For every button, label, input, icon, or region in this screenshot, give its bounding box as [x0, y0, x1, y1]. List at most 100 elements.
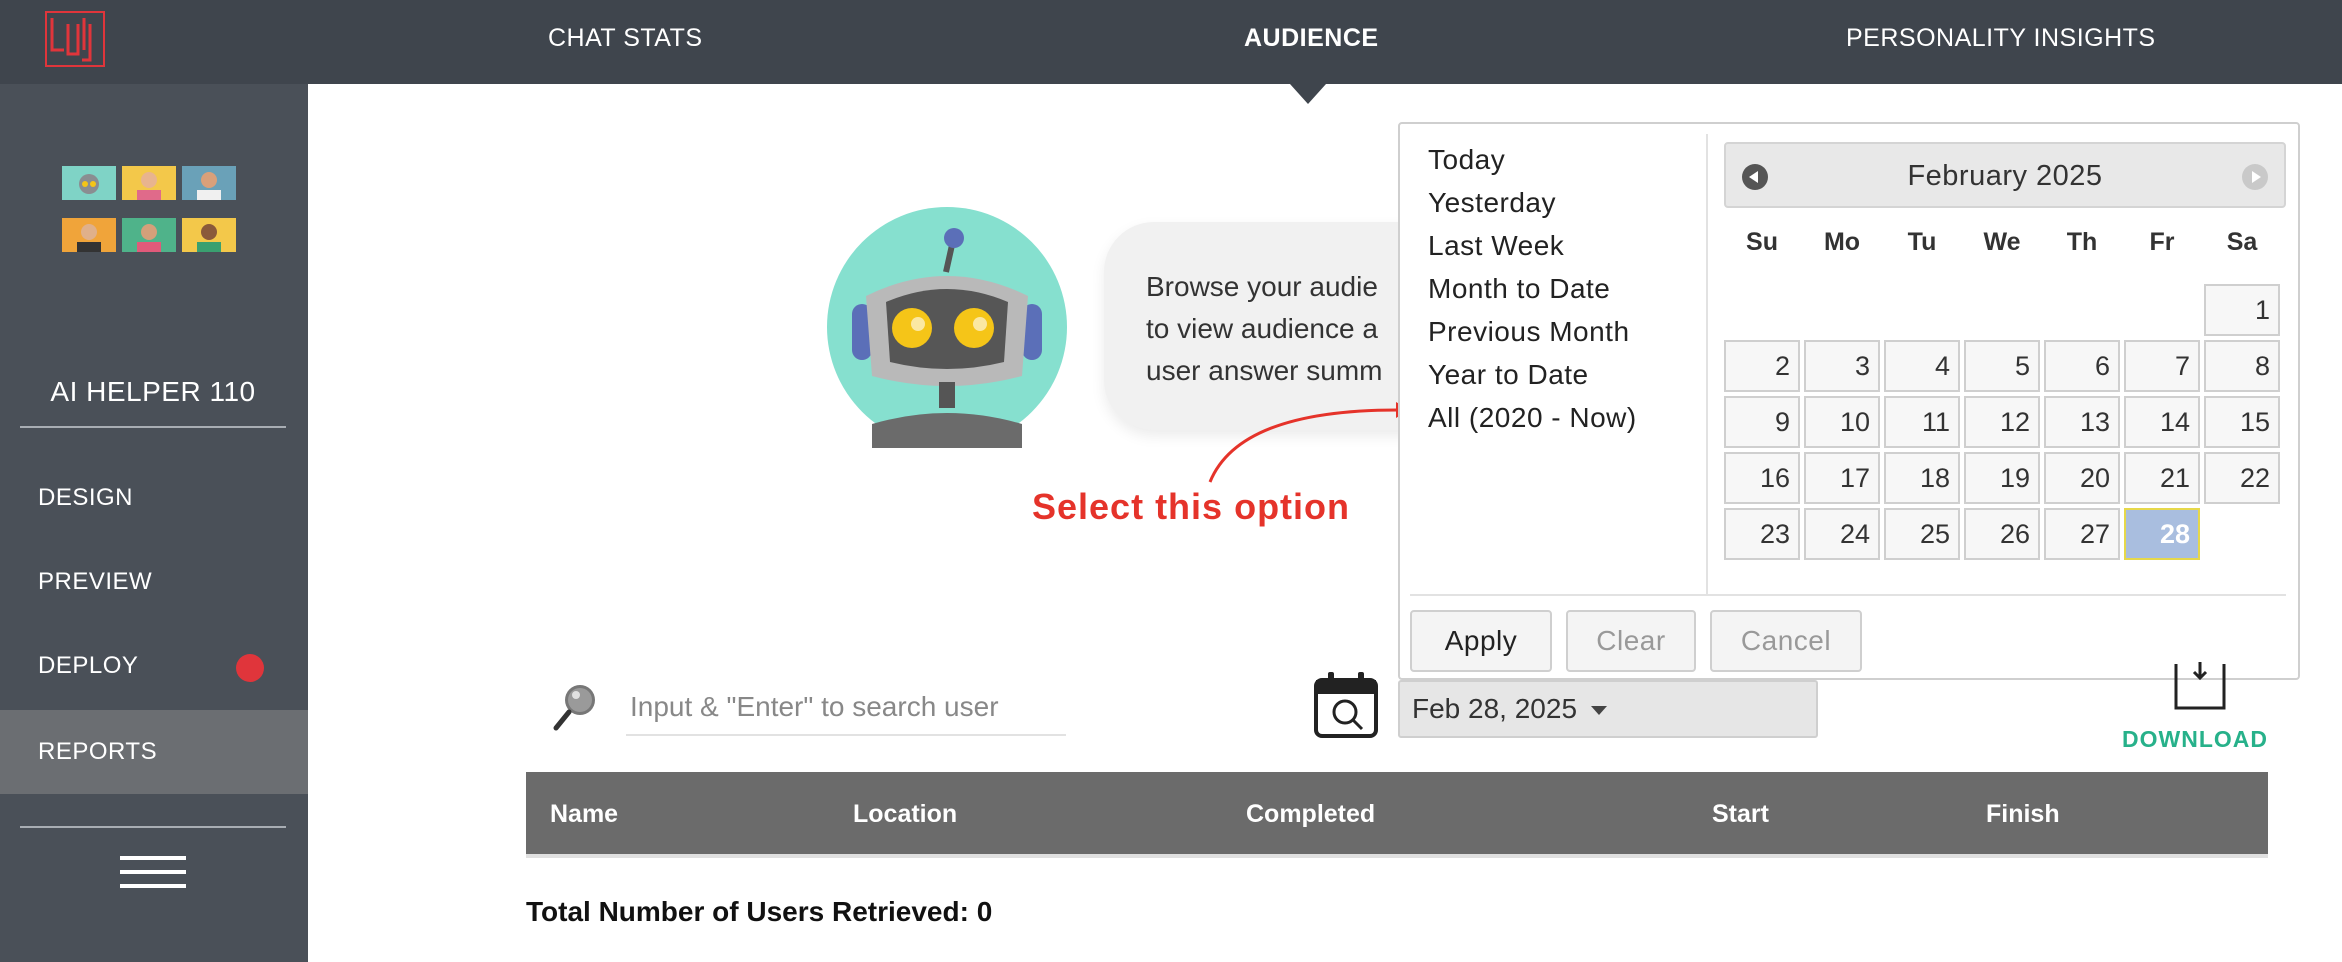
cancel-button[interactable]: Cancel	[1710, 610, 1862, 672]
range-previous-month[interactable]: Previous Month	[1428, 310, 1637, 353]
range-last-week[interactable]: Last Week	[1428, 224, 1637, 267]
deploy-status-dot	[236, 654, 264, 682]
column-header-location[interactable]: Location	[853, 800, 957, 829]
calendar-day[interactable]: 4	[1884, 340, 1960, 392]
calendar-day[interactable]: 21	[2124, 452, 2200, 504]
weekday-label: Su	[1746, 228, 1778, 256]
tab-personality-insights[interactable]: PERSONALITY INSIGHTS	[1846, 24, 2156, 53]
sidebar-item-preview[interactable]: PREVIEW	[0, 540, 308, 624]
weekday-label: We	[1983, 228, 2021, 256]
calendar-day[interactable]: 24	[1804, 508, 1880, 560]
sidebar: AI HELPER 110 DESIGN PREVIEW DEPLOY REPO…	[0, 84, 308, 962]
annotation-text: Select this option	[1032, 486, 1351, 527]
calendar-day[interactable]: 19	[1964, 452, 2040, 504]
weekday-label: Th	[2066, 228, 2098, 256]
calendar-day[interactable]: 23	[1724, 508, 1800, 560]
avatar	[182, 166, 236, 200]
calendar-day[interactable]: 27	[2044, 508, 2120, 560]
date-range-field[interactable]: Feb 28, 2025	[1398, 680, 1818, 738]
column-header-completed[interactable]: Completed	[1246, 800, 1375, 829]
calendar-day[interactable]: 6	[2044, 340, 2120, 392]
avatar	[182, 218, 236, 252]
date-range-presets: Today Yesterday Last Week Month to Date …	[1428, 138, 1637, 439]
calendar-day-selected[interactable]: 28	[2124, 508, 2200, 560]
calendar-month-title: February 2025	[1907, 160, 2103, 192]
bot-avatar-grid	[60, 166, 236, 256]
range-today[interactable]: Today	[1428, 138, 1637, 181]
calendar-day[interactable]: 3	[1804, 340, 1880, 392]
weekday-label: Fr	[2149, 228, 2175, 256]
calendar-day[interactable]: 2	[1724, 340, 1800, 392]
active-tab-caret	[1290, 84, 1326, 104]
download-icon[interactable]	[2172, 660, 2228, 712]
calendar-day[interactable]: 5	[1964, 340, 2040, 392]
download-button[interactable]: DOWNLOAD	[2122, 726, 2268, 753]
calendar-day[interactable]: 17	[1804, 452, 1880, 504]
sidebar-item-label: DESIGN	[38, 484, 134, 511]
juji-logo[interactable]	[44, 10, 110, 70]
calendar-day[interactable]: 13	[2044, 396, 2120, 448]
range-month-to-date[interactable]: Month to Date	[1428, 267, 1637, 310]
top-navigation-bar: CHAT STATS AUDIENCE PERSONALITY INSIGHTS	[0, 0, 2342, 84]
sidebar-item-reports[interactable]: REPORTS	[0, 710, 308, 794]
calendar-day[interactable]: 16	[1724, 452, 1800, 504]
sidebar-item-deploy[interactable]: DEPLOY	[0, 624, 308, 708]
calendar-search-icon[interactable]	[1312, 670, 1380, 740]
calendar-header: February 2025	[1724, 142, 2286, 208]
weekday-label: Tu	[1907, 228, 1937, 256]
calendar-day[interactable]: 22	[2204, 452, 2280, 504]
divider	[20, 426, 286, 428]
divider	[1410, 594, 2286, 596]
range-yesterday[interactable]: Yesterday	[1428, 181, 1637, 224]
robot-illustration	[827, 207, 1067, 448]
divider	[20, 826, 286, 828]
avatar	[62, 218, 116, 252]
range-all[interactable]: All (2020 - Now)	[1428, 396, 1637, 439]
column-header-name[interactable]: Name	[550, 800, 618, 829]
sidebar-item-label: PREVIEW	[38, 568, 153, 595]
calendar-day[interactable]: 12	[1964, 396, 2040, 448]
sidebar-item-design[interactable]: DESIGN	[0, 456, 308, 540]
date-range-value: Feb 28, 2025	[1412, 693, 1578, 724]
intro-line: to view audience a	[1146, 313, 1378, 344]
calendar-day[interactable]: 1	[2204, 284, 2280, 336]
sidebar-item-label: REPORTS	[38, 738, 158, 765]
next-month-icon[interactable]	[2242, 164, 2268, 190]
annotation-arrow	[1208, 402, 1410, 483]
intro-line: user answer summ	[1146, 355, 1383, 386]
search-icon	[553, 685, 595, 731]
calendar-day[interactable]: 8	[2204, 340, 2280, 392]
hamburger-menu-icon[interactable]	[120, 856, 186, 890]
column-header-finish[interactable]: Finish	[1986, 800, 2060, 829]
tab-chat-stats[interactable]: CHAT STATS	[548, 24, 703, 53]
calendar-day[interactable]: 9	[1724, 396, 1800, 448]
users-table-header: Name Location Completed Start Finish	[526, 772, 2268, 858]
avatar	[122, 218, 176, 252]
apply-button[interactable]: Apply	[1410, 610, 1552, 672]
calendar-day[interactable]: 10	[1804, 396, 1880, 448]
calendar-day[interactable]: 15	[2204, 396, 2280, 448]
calendar-day[interactable]: 7	[2124, 340, 2200, 392]
calendar-day[interactable]: 11	[1884, 396, 1960, 448]
calendar-day[interactable]: 26	[1964, 508, 2040, 560]
clear-button[interactable]: Clear	[1566, 610, 1696, 672]
sidebar-item-label: DEPLOY	[38, 652, 139, 679]
date-range-picker: Today Yesterday Last Week Month to Date …	[1398, 122, 2300, 680]
column-header-start[interactable]: Start	[1712, 800, 1769, 829]
tab-audience[interactable]: AUDIENCE	[1244, 24, 1379, 53]
calendar-day[interactable]: 18	[1884, 452, 1960, 504]
weekday-label: Sa	[2226, 228, 2258, 256]
bot-name: AI HELPER 110	[50, 376, 256, 407]
avatar	[62, 166, 116, 200]
divider	[1706, 134, 1708, 594]
weekday-label: Mo	[1823, 228, 1861, 256]
intro-line: Browse your audie	[1146, 271, 1378, 302]
range-year-to-date[interactable]: Year to Date	[1428, 353, 1637, 396]
total-users-count: Total Number of Users Retrieved: 0	[526, 896, 993, 927]
calendar-day[interactable]: 25	[1884, 508, 1960, 560]
caret-down-icon	[1591, 706, 1608, 716]
calendar-day[interactable]: 20	[2044, 452, 2120, 504]
avatar	[122, 166, 176, 200]
calendar-day[interactable]: 14	[2124, 396, 2200, 448]
search-user-input[interactable]	[626, 680, 1066, 736]
